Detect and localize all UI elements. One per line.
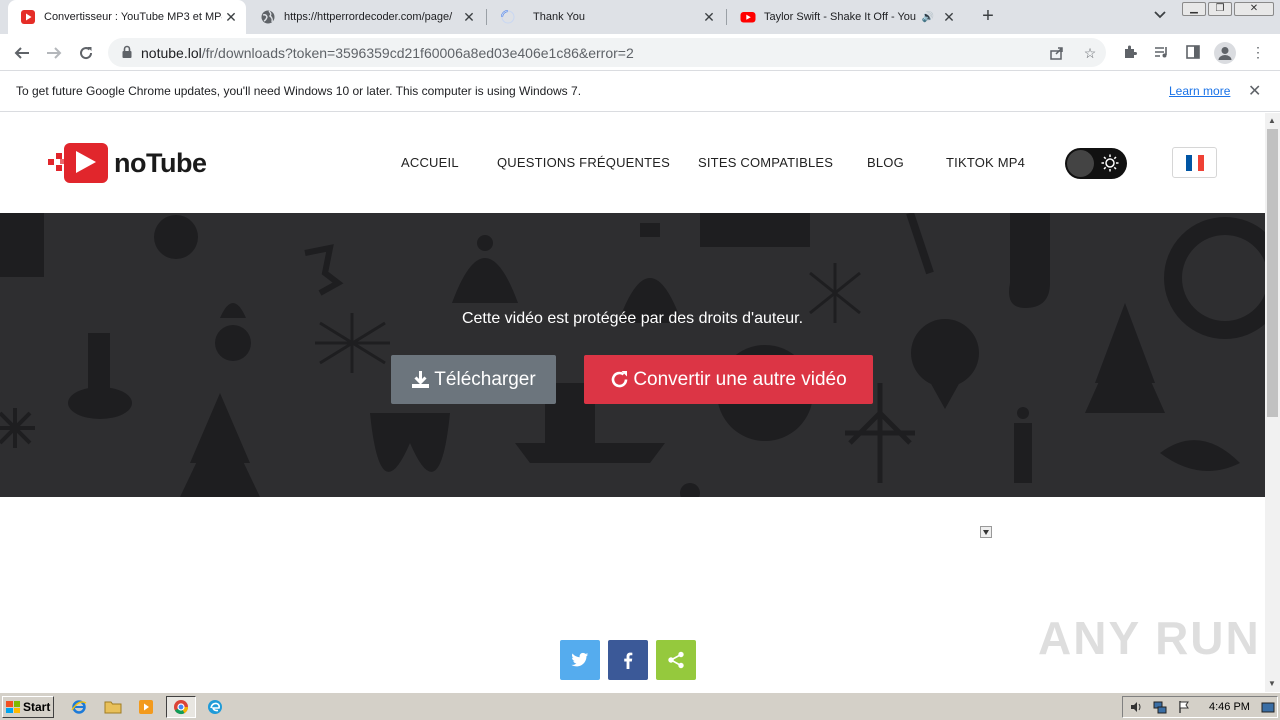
convert-another-button[interactable]: Convertir une autre vidéo xyxy=(584,355,873,404)
site-header: noTube ACCUEIL QUESTIONS FRÉQUENTES SITE… xyxy=(0,113,1265,213)
toggle-knob xyxy=(1067,150,1094,177)
language-selector[interactable] xyxy=(1172,147,1217,178)
web-page: noTube ACCUEIL QUESTIONS FRÉQUENTES SITE… xyxy=(0,113,1265,692)
side-panel-icon[interactable] xyxy=(1183,42,1203,62)
tab-title: Convertisseur : YouTube MP3 et MP4 xyxy=(44,11,222,23)
download-icon xyxy=(412,371,430,388)
share-page-icon[interactable] xyxy=(1048,44,1066,62)
profile-avatar-icon[interactable] xyxy=(1214,42,1236,64)
network-icon[interactable] xyxy=(1153,700,1167,714)
edge-icon[interactable] xyxy=(202,696,228,718)
scrollbar-thumb[interactable] xyxy=(1267,129,1278,417)
back-arrow-icon[interactable] xyxy=(10,41,34,65)
scroll-down-arrow-icon[interactable]: ▼ xyxy=(1268,679,1276,688)
chrome-icon[interactable] xyxy=(166,696,196,718)
loading-spinner-icon xyxy=(500,9,516,25)
media-control-icon[interactable] xyxy=(1151,42,1171,62)
tab-youtube[interactable]: Taylor Swift - Shake It Off - You 🔊 ✕ xyxy=(728,0,964,34)
tab-thank-you[interactable]: Thank You ✕ xyxy=(488,0,724,34)
nav-sites-compatibles[interactable]: SITES COMPATIBLES xyxy=(698,155,833,170)
ad-choices-icon[interactable] xyxy=(980,526,992,538)
action-center-flag-icon[interactable] xyxy=(1177,700,1191,714)
tab-search-chevron-icon[interactable] xyxy=(1150,8,1170,26)
close-tab-icon[interactable]: ✕ xyxy=(222,8,240,26)
nav-accueil[interactable]: ACCUEIL xyxy=(401,155,459,170)
close-window-button[interactable]: ✕ xyxy=(1234,2,1274,16)
browser-toolbar: notube.lol/fr/downloads?token=3596359cd2… xyxy=(0,34,1280,71)
close-infobar-icon[interactable]: ✕ xyxy=(1248,81,1261,101)
reload-icon[interactable] xyxy=(74,41,98,65)
infobar-message: To get future Google Chrome updates, you… xyxy=(16,84,582,98)
copyright-message: Cette vidéo est protégée par des droits … xyxy=(461,310,804,327)
download-button[interactable]: Télécharger xyxy=(391,355,556,404)
tab-title: Thank You xyxy=(533,11,585,23)
menu-kebab-icon[interactable]: ⋮ xyxy=(1248,42,1268,62)
minimize-button[interactable]: ▁ xyxy=(1182,2,1206,16)
tab-separator xyxy=(486,9,487,25)
page-scrollbar[interactable]: ▲ ▼ xyxy=(1265,113,1280,692)
lock-icon[interactable] xyxy=(120,45,134,59)
dark-mode-toggle[interactable] xyxy=(1065,148,1127,179)
address-bar[interactable]: notube.lol/fr/downloads?token=3596359cd2… xyxy=(108,38,1106,67)
media-player-icon[interactable] xyxy=(133,696,159,718)
url-text[interactable]: notube.lol/fr/downloads?token=3596359cd2… xyxy=(141,45,634,61)
globe-icon xyxy=(260,9,276,25)
windows-taskbar: Start 4:46 PM xyxy=(0,692,1280,720)
download-label: Télécharger xyxy=(434,368,536,390)
close-tab-icon[interactable]: ✕ xyxy=(460,8,478,26)
url-host: notube.lol xyxy=(141,45,202,61)
show-desktop-icon[interactable] xyxy=(1261,700,1275,714)
notube-logo-icon xyxy=(46,141,108,185)
logo-text: noTube xyxy=(114,147,207,178)
tab-strip: Convertisseur : YouTube MP3 et MP4 ✕ htt… xyxy=(0,0,1280,34)
notube-favicon-icon xyxy=(20,9,36,25)
taskbar-clock[interactable]: 4:46 PM xyxy=(1209,701,1250,713)
sun-icon xyxy=(1101,154,1119,172)
volume-icon[interactable] xyxy=(1129,700,1143,714)
youtube-favicon-icon xyxy=(740,9,756,25)
facebook-icon xyxy=(624,652,633,669)
hero-banner: Cette vidéo est protégée par des droits … xyxy=(0,213,1265,497)
notube-logo[interactable]: noTube xyxy=(46,141,207,185)
restore-button[interactable]: ❐ xyxy=(1208,2,1232,16)
tab-title: Taylor Swift - Shake It Off - You xyxy=(764,11,917,23)
anyrun-watermark: ANY RUN xyxy=(1038,612,1261,664)
forward-arrow-icon[interactable] xyxy=(42,41,66,65)
windows-logo-icon xyxy=(6,701,20,713)
tab-httperrordecoder[interactable]: https://httperrordecoder.com/page/ ✕ xyxy=(248,0,484,34)
update-infobar: To get future Google Chrome updates, you… xyxy=(0,71,1280,112)
learn-more-link[interactable]: Learn more xyxy=(1169,84,1230,98)
tab-title: https://httperrordecoder.com/page/ xyxy=(284,11,453,23)
system-tray: 4:46 PM xyxy=(1122,696,1278,718)
extensions-puzzle-icon[interactable] xyxy=(1120,42,1140,62)
nav-tiktok-mp4[interactable]: TIKTOK MP4 xyxy=(946,155,1025,170)
close-tab-icon[interactable]: ✕ xyxy=(940,8,958,26)
facebook-share-button[interactable] xyxy=(608,640,648,680)
start-label: Start xyxy=(23,700,51,714)
share-icon xyxy=(668,651,684,669)
close-tab-icon[interactable]: ✕ xyxy=(700,8,718,26)
start-button[interactable]: Start xyxy=(2,696,54,718)
refresh-icon xyxy=(612,371,628,388)
convert-label: Convertir une autre vidéo xyxy=(633,368,847,390)
scroll-up-arrow-icon[interactable]: ▲ xyxy=(1268,116,1276,125)
new-tab-button[interactable]: + xyxy=(976,5,1000,29)
speaker-icon[interactable]: 🔊 xyxy=(922,12,934,23)
twitter-share-button[interactable] xyxy=(560,640,600,680)
tab-separator xyxy=(726,9,727,25)
nav-blog[interactable]: BLOG xyxy=(867,155,904,170)
bookmark-star-icon[interactable]: ☆ xyxy=(1081,44,1099,62)
folder-icon[interactable] xyxy=(100,696,126,718)
internet-explorer-icon[interactable] xyxy=(66,696,92,718)
tab-notube[interactable]: Convertisseur : YouTube MP3 et MP4 ✕ xyxy=(8,0,246,34)
generic-share-button[interactable] xyxy=(656,640,696,680)
url-path: /fr/downloads?token=3596359cd21f60006a8e… xyxy=(201,45,634,61)
twitter-icon xyxy=(571,652,589,667)
french-flag-icon xyxy=(1185,154,1204,171)
nav-questions-frequentes[interactable]: QUESTIONS FRÉQUENTES xyxy=(497,155,670,170)
